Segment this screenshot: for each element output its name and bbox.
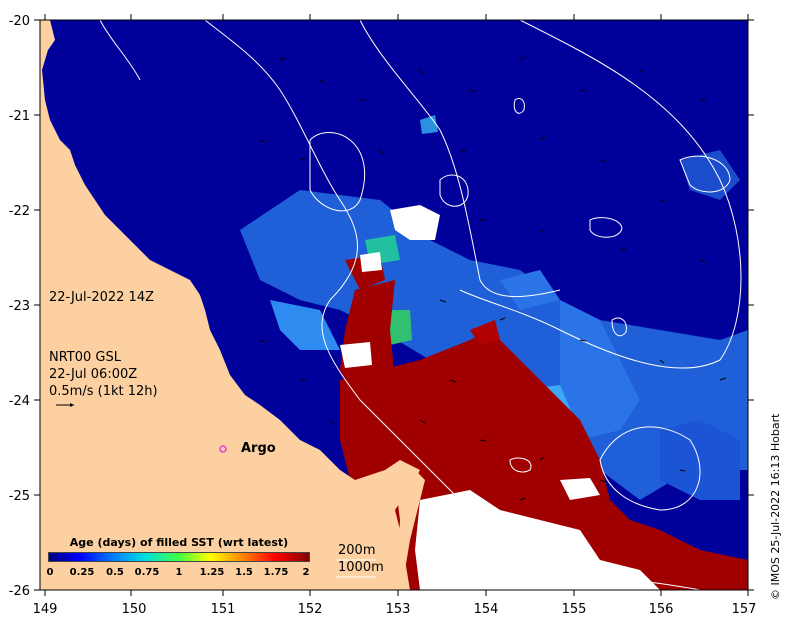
legend-tick-label: 1.5 — [235, 567, 253, 578]
legend-tick-label: 1 — [175, 567, 183, 578]
current-scale-label: 0.5m/s (1kt 12h) — [49, 384, 158, 399]
isobath-1000-label: 1000m — [338, 560, 384, 575]
legend-tick-label: 0.25 — [69, 567, 95, 578]
current-source-label: NRT00 GSL — [49, 350, 121, 365]
lon-tick-label: 149 — [33, 602, 58, 617]
latitude-tick-labels: -20 -21 -22 -23 -24 -25 -26 — [9, 14, 30, 599]
current-time-label: 22-Jul 06:00Z — [49, 367, 138, 382]
argo-label: Argo — [241, 441, 276, 456]
lon-tick-label: 152 — [298, 602, 323, 617]
lon-tick-label: 153 — [386, 602, 411, 617]
lon-tick-label: 154 — [474, 602, 499, 617]
lon-tick-label: 156 — [649, 602, 674, 617]
lat-tick-label: -23 — [9, 299, 30, 314]
legend-title: Age (days) of filled SST (wrt latest) — [69, 536, 289, 549]
lon-tick-label: 155 — [562, 602, 587, 617]
map-figure: 149 150 151 152 153 154 155 156 157 -20 … — [9, 14, 757, 617]
legend-tick-label: 0.75 — [134, 567, 160, 578]
legend-tick-label: 1.25 — [199, 567, 225, 578]
lat-tick-label: -26 — [9, 584, 30, 599]
lat-tick-label: -25 — [9, 489, 30, 504]
lon-tick-label: 151 — [211, 602, 236, 617]
lat-tick-label: -21 — [9, 109, 30, 124]
legend-tick-label: 0 — [46, 567, 54, 578]
legend-tick-label: 1.75 — [263, 567, 289, 578]
lat-tick-label: -22 — [9, 204, 30, 219]
date-label: 22-Jul-2022 14Z — [49, 290, 154, 305]
lat-tick-label: -24 — [9, 394, 30, 409]
lat-tick-label: -20 — [9, 14, 30, 29]
legend-tick-label: 0.5 — [106, 567, 124, 578]
colorbar — [48, 552, 310, 562]
isobath-200-label: 200m — [338, 543, 376, 558]
lon-tick-label: 157 — [732, 602, 757, 617]
legend-tick-label: 2 — [302, 567, 310, 578]
credit-label: © IMOS 25-Jul-2022 16:13 Hobart — [769, 413, 782, 600]
longitude-tick-labels: 149 150 151 152 153 154 155 156 157 — [33, 602, 757, 617]
lon-tick-label: 150 — [122, 602, 147, 617]
